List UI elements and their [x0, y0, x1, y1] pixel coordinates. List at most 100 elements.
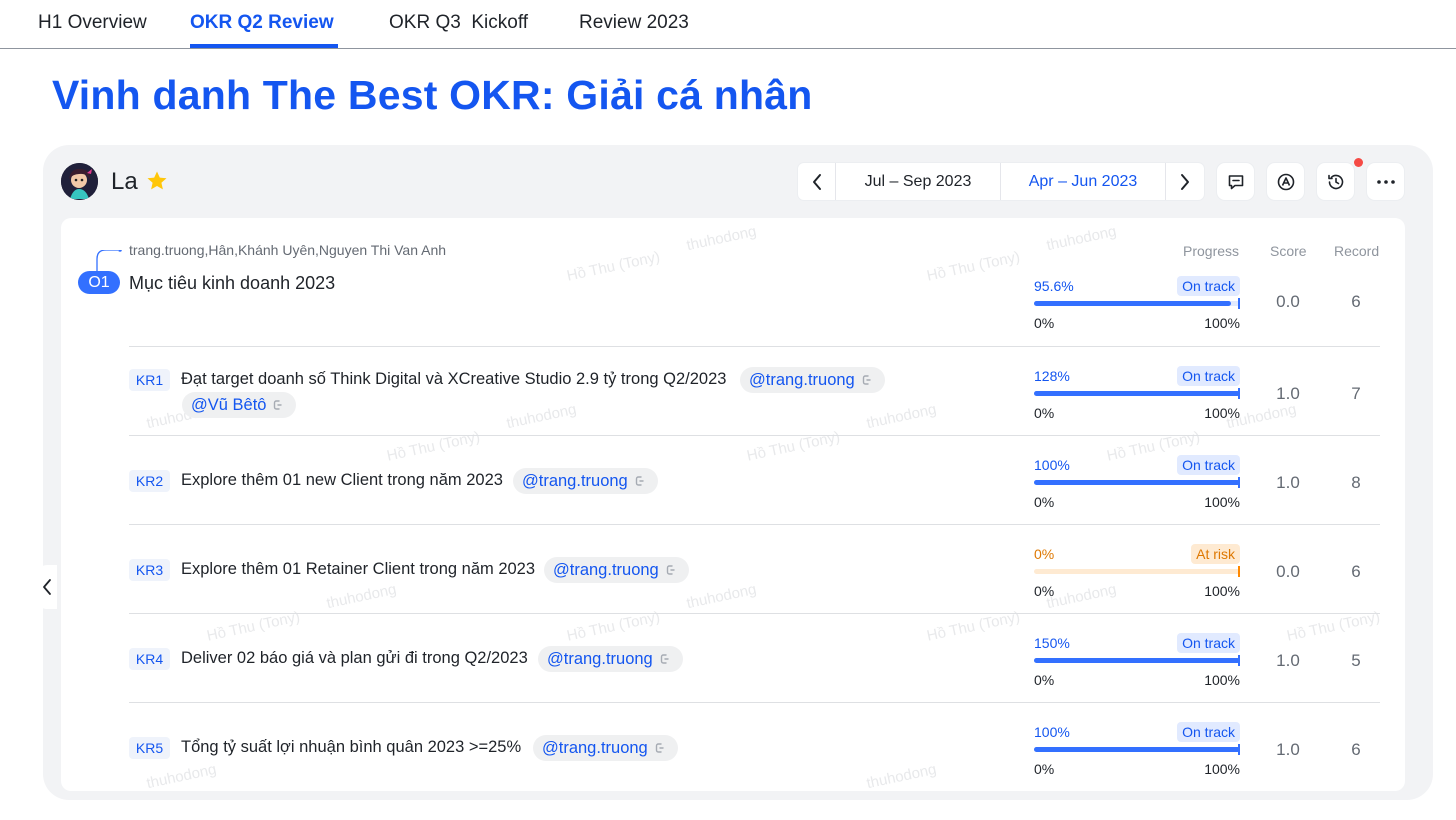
mention-tag[interactable]: @trang.truong — [544, 557, 689, 583]
objective-progress[interactable]: 95.6% On track 0% 100% — [1034, 276, 1240, 334]
period-apr-jun-2023[interactable]: Apr – Jun 2023 — [1000, 163, 1166, 200]
progress-max-label: 100% — [1204, 761, 1240, 777]
objective-title[interactable]: Mục tiêu kinh doanh 2023 — [129, 273, 335, 294]
history-icon — [1327, 174, 1343, 189]
link-icon — [655, 743, 664, 753]
active-tab-indicator — [190, 44, 338, 48]
kr-progress[interactable]: 150% On track 0% 100% — [1034, 633, 1240, 691]
progress-min-label: 0% — [1034, 405, 1055, 421]
objective-record[interactable]: 6 — [1326, 292, 1386, 312]
tab-h1-overview[interactable]: H1 Overview — [38, 12, 147, 34]
watermark-name: Hồ Thu (Tony) — [565, 248, 662, 285]
mention-tag[interactable]: @trang.truong — [513, 468, 658, 494]
mention-label: @trang.truong — [547, 649, 653, 668]
kr-progress[interactable]: 100% On track 0% 100% — [1034, 722, 1240, 780]
mention-tag[interactable]: @trang.truong — [533, 735, 678, 761]
kr-score[interactable]: 1.0 — [1258, 473, 1318, 493]
period-jul-sep-2023[interactable]: Jul – Sep 2023 — [835, 163, 1000, 200]
mention-tag[interactable]: @trang.truong — [740, 367, 885, 393]
column-header-score: Score — [1270, 243, 1307, 259]
prev-period-button[interactable] — [798, 163, 835, 200]
chevron-left-icon — [43, 579, 51, 595]
progress-min-label: 0% — [1034, 761, 1055, 777]
kr-record[interactable]: 6 — [1326, 562, 1386, 582]
status-badge: On track — [1177, 633, 1240, 653]
kr-badge: KR5 — [129, 737, 170, 759]
ai-assistant-button[interactable] — [1267, 163, 1304, 200]
row-divider — [129, 346, 1380, 347]
link-icon — [862, 375, 871, 385]
kr-title[interactable]: Đạt target doanh số Think Digital và XCr… — [181, 370, 726, 389]
watermark-handle: thuhodong — [325, 580, 398, 613]
progress-fill — [1034, 301, 1231, 306]
collapse-panel-handle[interactable] — [37, 565, 57, 609]
status-badge: On track — [1177, 722, 1240, 742]
avatar[interactable] — [61, 163, 98, 200]
progress-track — [1034, 477, 1240, 488]
kr-score[interactable]: 0.0 — [1258, 562, 1318, 582]
kr-score[interactable]: 1.0 — [1258, 384, 1318, 404]
status-badge: At risk — [1191, 544, 1240, 564]
kr-record[interactable]: 8 — [1326, 473, 1386, 493]
progress-target-marker — [1238, 655, 1240, 666]
mention-label: @trang.truong — [522, 471, 628, 490]
objective-score[interactable]: 0.0 — [1258, 292, 1318, 312]
progress-max-label: 100% — [1204, 583, 1240, 599]
next-period-button[interactable] — [1166, 163, 1203, 200]
tab-okr-q3-kickoff[interactable]: OKR Q3 Kickoff — [389, 12, 528, 34]
progress-min-label: 0% — [1034, 583, 1055, 599]
progress-fill — [1034, 480, 1240, 485]
watermark-handle: thuhodong — [1045, 222, 1118, 255]
status-badge: On track — [1177, 366, 1240, 386]
kr-score[interactable]: 1.0 — [1258, 651, 1318, 671]
objective-badge: O1 — [78, 271, 120, 294]
kr-title[interactable]: Explore thêm 01 Retainer Client trong nă… — [181, 560, 535, 579]
objective-assignees[interactable]: trang.truong,Hân,Khánh Uyên,Nguyen Thi V… — [129, 242, 446, 258]
progress-percent: 150% — [1034, 635, 1070, 651]
mention-label: @trang.truong — [553, 560, 659, 579]
progress-track — [1034, 388, 1240, 399]
comment-icon — [1228, 174, 1243, 189]
progress-fill — [1034, 747, 1240, 752]
ai-icon — [1277, 173, 1294, 190]
chevron-left-icon — [812, 173, 821, 190]
progress-track — [1034, 655, 1240, 666]
chevron-right-icon — [1180, 173, 1189, 190]
star-icon[interactable] — [145, 169, 169, 193]
history-button[interactable] — [1317, 163, 1354, 200]
link-icon — [660, 654, 669, 664]
tab-review-2023[interactable]: Review 2023 — [579, 12, 689, 34]
kr-score[interactable]: 1.0 — [1258, 740, 1318, 760]
link-icon — [666, 565, 675, 575]
row-divider — [129, 613, 1380, 614]
kr-title[interactable]: Deliver 02 báo giá và plan gửi đi trong … — [181, 649, 528, 668]
watermark-handle: thuhodong — [145, 760, 218, 791]
link-icon — [274, 400, 283, 410]
kr-record[interactable]: 5 — [1326, 651, 1386, 671]
kr-title[interactable]: Tổng tỷ suất lợi nhuận bình quân 2023 >=… — [181, 738, 521, 757]
mention-tag[interactable]: @Vũ Bêtô — [182, 392, 297, 418]
column-header-record: Record — [1334, 243, 1380, 259]
status-badge: On track — [1177, 276, 1240, 296]
kr-progress[interactable]: 0% At risk 0% 100% — [1034, 544, 1240, 602]
progress-percent: 0% — [1034, 546, 1055, 562]
more-options-button[interactable] — [1367, 163, 1404, 200]
watermark-name: Hồ Thu (Tony) — [925, 248, 1022, 285]
watermark-handle: thuhodong — [865, 760, 938, 791]
progress-track — [1034, 298, 1240, 309]
row-divider — [129, 702, 1380, 703]
kr-progress[interactable]: 100% On track 0% 100% — [1034, 455, 1240, 513]
progress-target-marker — [1238, 477, 1240, 488]
progress-target-marker — [1238, 298, 1240, 309]
kr-progress[interactable]: 128% On track 0% 100% — [1034, 366, 1240, 424]
watermark-handle: thuhodong — [865, 400, 938, 433]
comment-button[interactable] — [1217, 163, 1254, 200]
kr-title[interactable]: Explore thêm 01 new Client trong năm 202… — [181, 471, 503, 490]
row-divider — [129, 524, 1380, 525]
kr-badge: KR4 — [129, 648, 170, 670]
progress-percent: 100% — [1034, 724, 1070, 740]
kr-record[interactable]: 7 — [1326, 384, 1386, 404]
mention-tag[interactable]: @trang.truong — [538, 646, 683, 672]
kr-record[interactable]: 6 — [1326, 740, 1386, 760]
tab-okr-q2-review[interactable]: OKR Q2 Review — [190, 12, 334, 34]
